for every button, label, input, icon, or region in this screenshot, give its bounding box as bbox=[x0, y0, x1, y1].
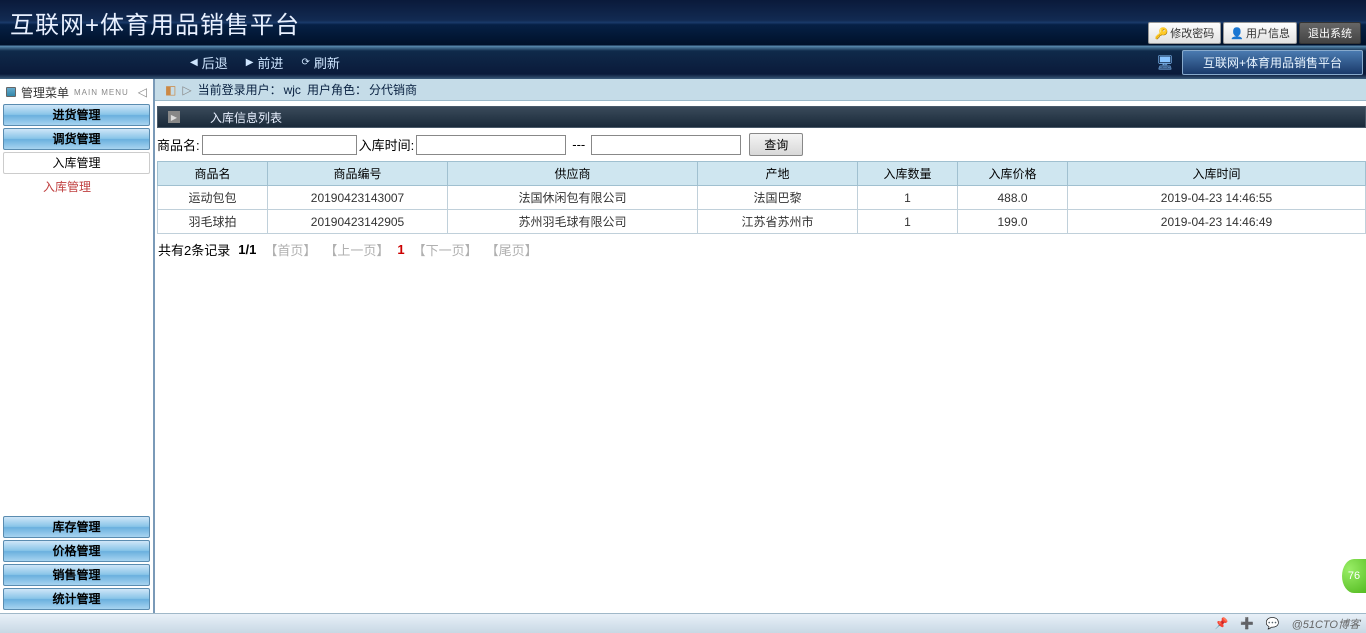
col-time: 入库时间 bbox=[1068, 162, 1366, 186]
change-password-button[interactable]: 🔑 修改密码 bbox=[1148, 22, 1222, 44]
pagination-last[interactable]: 【尾页】 bbox=[486, 240, 538, 259]
menu-icon bbox=[6, 87, 16, 97]
pagination-next[interactable]: 【下一页】 bbox=[413, 240, 478, 259]
pagination: 共有2条记录 1/1 【首页】 【上一页】 1 【下一页】 【尾页】 bbox=[155, 234, 1366, 265]
footer-watermark: @51CTO博客 bbox=[1292, 616, 1360, 632]
arrow-left-icon: ◀ bbox=[190, 57, 198, 68]
data-table: 商品名 商品编号 供应商 产地 入库数量 入库价格 入库时间 运动包包20190… bbox=[157, 161, 1366, 234]
table-cell: 199.0 bbox=[958, 210, 1068, 234]
arrow-right-icon: ▶ bbox=[246, 57, 254, 68]
search-time-from-input[interactable] bbox=[416, 135, 566, 155]
forward-button[interactable]: ▶ 前进 bbox=[246, 53, 284, 72]
pagination-pages: 1/1 bbox=[238, 242, 256, 257]
pagination-current: 1 bbox=[397, 242, 404, 257]
table-cell: 2019-04-23 14:46:55 bbox=[1068, 186, 1366, 210]
exit-label: 退出系统 bbox=[1308, 25, 1352, 41]
pagination-summary: 共有2条记录 bbox=[158, 240, 230, 259]
role-prefix: 用户角色： bbox=[307, 81, 367, 98]
key-icon: 🔑 bbox=[1155, 27, 1169, 40]
expand-icon[interactable]: ▷ bbox=[182, 83, 191, 97]
pagination-first[interactable]: 【首页】 bbox=[264, 240, 316, 259]
sidebar-header: 管理菜单 MAIN MENU ◁ bbox=[3, 82, 150, 102]
sidebar-item-transfer[interactable]: 调货管理 bbox=[3, 128, 150, 150]
back-label: 后退 bbox=[202, 53, 228, 72]
forward-label: 前进 bbox=[257, 53, 283, 72]
main-content: ◧ ▷ 当前登录用户： wjc 用户角色： 分代销商 ▶ 入库信息列表 商品名:… bbox=[155, 79, 1366, 613]
speak-icon[interactable]: 💬 bbox=[1266, 617, 1280, 630]
refresh-icon: ⟳ bbox=[301, 57, 309, 68]
search-name-input[interactable] bbox=[202, 135, 357, 155]
pagination-prev[interactable]: 【上一页】 bbox=[324, 240, 389, 259]
sidebar-item-purchase[interactable]: 进货管理 bbox=[3, 104, 150, 126]
change-password-label: 修改密码 bbox=[1170, 25, 1214, 41]
col-price: 入库价格 bbox=[958, 162, 1068, 186]
section-title: 入库信息列表 bbox=[210, 109, 282, 126]
stop-icon: ◧ bbox=[165, 83, 176, 97]
col-name: 商品名 bbox=[158, 162, 268, 186]
main-tab[interactable]: 互联网+体育用品销售平台 bbox=[1182, 50, 1363, 75]
table-cell: 1 bbox=[858, 210, 958, 234]
section-header: ▶ 入库信息列表 bbox=[157, 106, 1366, 128]
search-label-time: 入库时间: bbox=[359, 135, 415, 154]
sidebar-item-stats[interactable]: 统计管理 bbox=[3, 588, 150, 610]
login-prefix: 当前登录用户： bbox=[198, 81, 282, 98]
collapse-icon[interactable]: ◁ bbox=[138, 85, 147, 99]
exit-button[interactable]: 退出系统 bbox=[1299, 22, 1361, 44]
table-cell: 羽毛球拍 bbox=[158, 210, 268, 234]
login-user: wjc bbox=[284, 83, 301, 97]
search-button[interactable]: 查询 bbox=[749, 133, 803, 156]
user-info-button[interactable]: 👤 用户信息 bbox=[1223, 22, 1297, 44]
sidebar-item-inbound[interactable]: 入库管理 bbox=[3, 152, 150, 174]
table-row[interactable]: 羽毛球拍20190423142905苏州羽毛球有限公司江苏省苏州市1199.02… bbox=[158, 210, 1366, 234]
sidebar-subtitle: MAIN MENU bbox=[74, 88, 129, 97]
pin-icon[interactable]: 📌 bbox=[1214, 617, 1228, 630]
back-button[interactable]: ◀ 后退 bbox=[190, 53, 228, 72]
app-header: 互联网+体育用品销售平台 🔑 修改密码 👤 用户信息 退出系统 bbox=[0, 0, 1366, 45]
sidebar-title: 管理菜单 bbox=[21, 84, 69, 101]
table-row[interactable]: 运动包包20190423143007法国休闲包有限公司法国巴黎1488.0201… bbox=[158, 186, 1366, 210]
info-bar: ◧ ▷ 当前登录用户： wjc 用户角色： 分代销商 bbox=[155, 79, 1366, 101]
refresh-button[interactable]: ⟳ 刷新 bbox=[301, 53, 339, 72]
refresh-label: 刷新 bbox=[314, 53, 340, 72]
table-cell: 江苏省苏州市 bbox=[698, 210, 858, 234]
plus-icon[interactable]: ➕ bbox=[1240, 617, 1254, 630]
user-info-label: 用户信息 bbox=[1246, 25, 1290, 41]
side-badge[interactable]: 76 bbox=[1342, 559, 1366, 593]
sidebar-subitem-inbound[interactable]: 入库管理 bbox=[3, 174, 150, 199]
table-cell: 法国巴黎 bbox=[698, 186, 858, 210]
toolbar-right: 🖥 互联网+体育用品销售平台 bbox=[1156, 50, 1363, 75]
table-cell: 运动包包 bbox=[158, 186, 268, 210]
header-button-group: 🔑 修改密码 👤 用户信息 退出系统 bbox=[1148, 22, 1361, 44]
table-cell: 2019-04-23 14:46:49 bbox=[1068, 210, 1366, 234]
play-icon: ▶ bbox=[168, 111, 180, 123]
search-bar: 商品名: 入库时间: --- 查询 bbox=[155, 128, 1366, 161]
table-cell: 法国休闲包有限公司 bbox=[448, 186, 698, 210]
col-supplier: 供应商 bbox=[448, 162, 698, 186]
search-time-to-input[interactable] bbox=[591, 135, 741, 155]
user-icon: 👤 bbox=[1230, 27, 1244, 40]
role-value: 分代销商 bbox=[369, 81, 417, 98]
col-origin: 产地 bbox=[698, 162, 858, 186]
col-code: 商品编号 bbox=[268, 162, 448, 186]
monitor-icon: 🖥 bbox=[1156, 54, 1174, 71]
footer: 📌 ➕ 💬 @51CTO博客 bbox=[0, 613, 1366, 633]
sidebar-item-stock[interactable]: 库存管理 bbox=[3, 516, 150, 538]
col-qty: 入库数量 bbox=[858, 162, 958, 186]
table-cell: 1 bbox=[858, 186, 958, 210]
sidebar: 管理菜单 MAIN MENU ◁ 进货管理 调货管理 入库管理 入库管理 库存管… bbox=[0, 79, 155, 613]
table-header-row: 商品名 商品编号 供应商 产地 入库数量 入库价格 入库时间 bbox=[158, 162, 1366, 186]
toolbar: ◀ 后退 ▶ 前进 ⟳ 刷新 🖥 互联网+体育用品销售平台 bbox=[0, 45, 1366, 79]
app-title: 互联网+体育用品销售平台 bbox=[10, 5, 300, 40]
search-label-name: 商品名: bbox=[157, 135, 200, 154]
table-cell: 488.0 bbox=[958, 186, 1068, 210]
table-cell: 20190423142905 bbox=[268, 210, 448, 234]
sidebar-item-price[interactable]: 价格管理 bbox=[3, 540, 150, 562]
table-cell: 苏州羽毛球有限公司 bbox=[448, 210, 698, 234]
search-separator: --- bbox=[568, 137, 589, 152]
table-cell: 20190423143007 bbox=[268, 186, 448, 210]
sidebar-item-sales[interactable]: 销售管理 bbox=[3, 564, 150, 586]
